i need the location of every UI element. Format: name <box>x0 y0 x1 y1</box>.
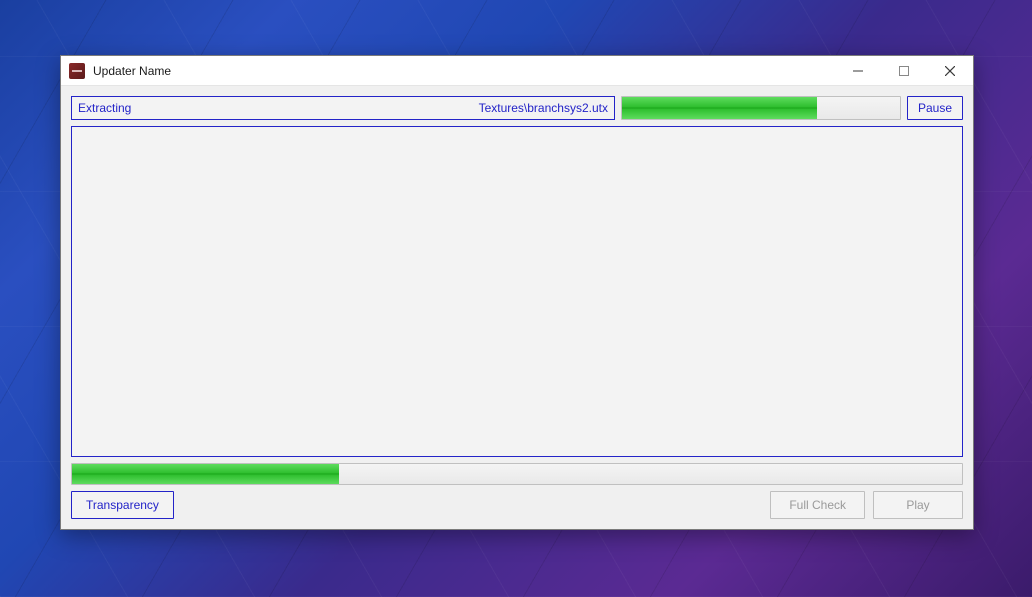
file-progress-bar <box>621 96 901 120</box>
log-panel[interactable] <box>71 126 963 457</box>
bottom-row: Transparency Full Check Play <box>71 491 963 519</box>
pause-button[interactable]: Pause <box>907 96 963 120</box>
maximize-icon <box>899 66 909 76</box>
window-title: Updater Name <box>93 64 835 78</box>
transparency-button[interactable]: Transparency <box>71 491 174 519</box>
status-action-label: Extracting <box>78 101 131 115</box>
overall-progress-bar <box>71 463 963 485</box>
top-row: Extracting Textures\branchsys2.utx Pause <box>71 96 963 120</box>
full-check-button[interactable]: Full Check <box>770 491 865 519</box>
client-area: Extracting Textures\branchsys2.utx Pause… <box>61 86 973 529</box>
play-button[interactable]: Play <box>873 491 963 519</box>
file-progress-fill <box>622 97 817 119</box>
status-file-label: Textures\branchsys2.utx <box>139 101 608 115</box>
window-controls <box>835 56 973 85</box>
minimize-icon <box>853 66 863 76</box>
desktop-wallpaper: Updater Name Extracting <box>0 0 1032 597</box>
minimize-button[interactable] <box>835 56 881 85</box>
maximize-button[interactable] <box>881 56 927 85</box>
spacer <box>182 491 762 519</box>
close-button[interactable] <box>927 56 973 85</box>
app-icon <box>69 63 85 79</box>
titlebar[interactable]: Updater Name <box>61 56 973 86</box>
status-box: Extracting Textures\branchsys2.utx <box>71 96 615 120</box>
overall-progress-fill <box>72 464 339 484</box>
close-icon <box>945 66 955 76</box>
updater-window: Updater Name Extracting <box>60 55 974 530</box>
